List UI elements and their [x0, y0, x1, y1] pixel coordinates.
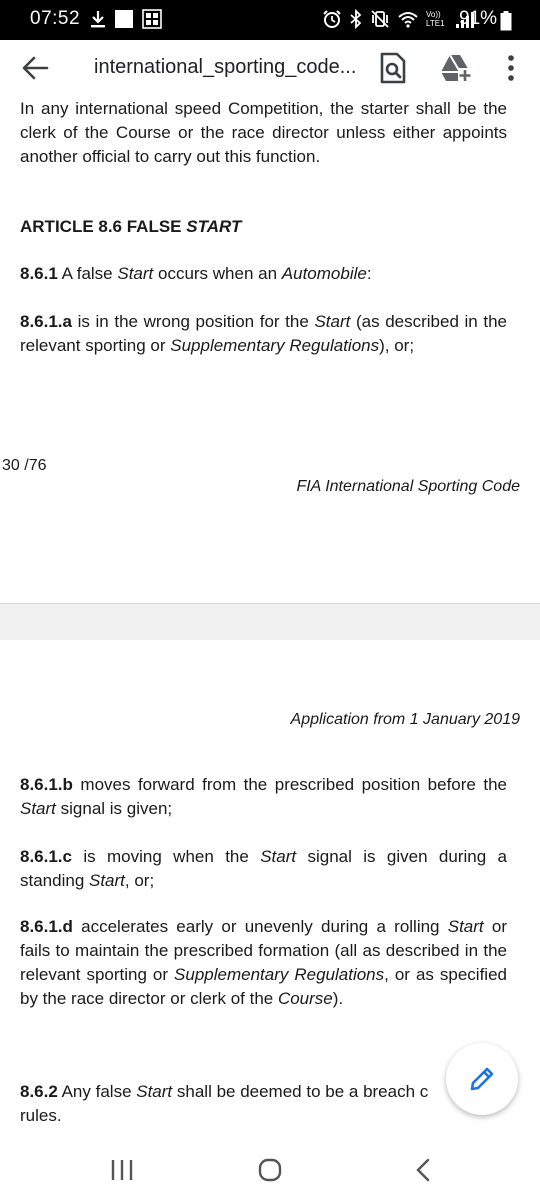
wifi-icon	[398, 12, 418, 28]
status-time: 07:52	[30, 8, 81, 29]
document-title: international_sporting_code...	[94, 56, 356, 78]
edit-button[interactable]	[446, 1043, 518, 1115]
download-icon	[91, 11, 105, 28]
clause-8-6-1-b: 8.6.1.b moves forward from the prescribe…	[20, 775, 507, 818]
article-heading: ARTICLE 8.6 FALSE START	[20, 217, 242, 236]
recent-apps-icon[interactable]	[108, 1156, 136, 1184]
add-to-drive-icon[interactable]	[440, 54, 472, 82]
battery-percent: 91%	[459, 8, 498, 29]
battery-icon	[500, 11, 512, 31]
system-nav-bar	[0, 1138, 540, 1200]
back-arrow-icon[interactable]	[20, 54, 50, 82]
clause-8-6-1: 8.6.1 A false Start occurs when an Autom…	[20, 264, 372, 283]
app-toolbar: international_sporting_code...	[0, 40, 540, 95]
vibrate-mute-icon	[371, 10, 389, 28]
notification-square-icon	[115, 10, 133, 28]
status-bar: 07:52 Vo)) LTE1 91%	[0, 0, 540, 40]
page-number: 30 /76	[2, 457, 47, 474]
page-gap	[0, 604, 540, 640]
clause-8-6-1-a: 8.6.1.a is in the wrong position for the…	[20, 312, 507, 355]
page-footer: FIA International Sporting Code	[296, 478, 520, 495]
bluetooth-icon	[350, 9, 362, 29]
find-in-document-icon[interactable]	[378, 52, 408, 84]
windows-logo-icon	[142, 9, 162, 29]
more-vert-icon[interactable]	[503, 54, 519, 82]
home-icon[interactable]	[256, 1156, 284, 1184]
page-header: Application from 1 January 2019	[290, 711, 520, 728]
alarm-icon	[323, 10, 341, 28]
back-icon[interactable]	[410, 1156, 438, 1184]
network-label: Vo)) LTE1	[426, 10, 445, 28]
clause-8-6-1-d: 8.6.1.d accelerates early or unevenly du…	[20, 917, 507, 1008]
edit-pencil-icon	[470, 1067, 494, 1091]
intro-paragraph: In any international speed Competition, …	[20, 99, 507, 166]
clause-8-6-1-c: 8.6.1.c is moving when the Start signal …	[20, 847, 507, 890]
clause-8-6-2: 8.6.2 Any false Start shall be deemed to…	[20, 1082, 429, 1125]
